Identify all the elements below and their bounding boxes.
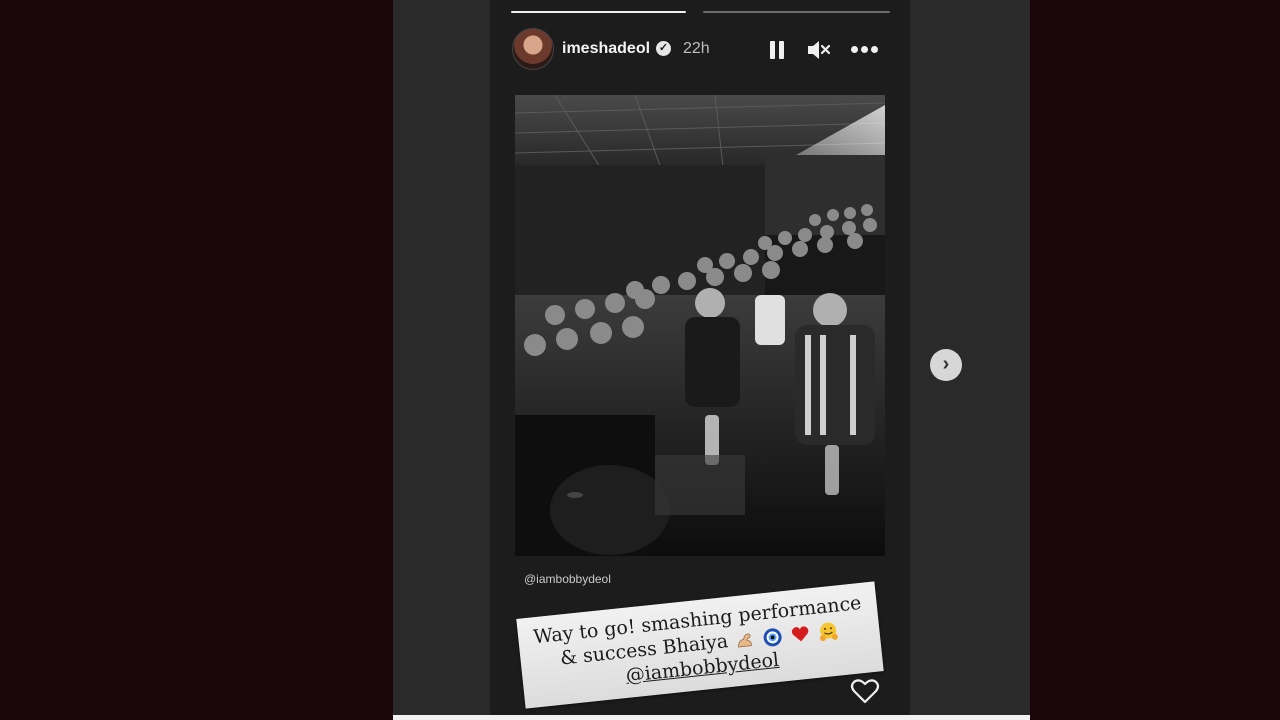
bottom-strip bbox=[393, 715, 1030, 720]
like-button[interactable] bbox=[850, 677, 880, 705]
next-story-button[interactable]: › bbox=[930, 349, 962, 381]
pause-icon-bar bbox=[779, 41, 784, 59]
more-options-icon bbox=[851, 46, 858, 53]
cinema-audience-photo bbox=[515, 95, 885, 556]
verified-badge-icon: ✓ bbox=[656, 41, 671, 56]
story-photo bbox=[515, 95, 885, 556]
red-heart-icon bbox=[792, 626, 809, 642]
nazar-amulet-icon bbox=[763, 628, 782, 647]
more-options-dot bbox=[861, 46, 868, 53]
story-progress-segment-2 bbox=[703, 11, 890, 13]
hugging-face-icon bbox=[820, 622, 839, 642]
more-options-dot bbox=[871, 46, 878, 53]
more-options-button[interactable] bbox=[850, 46, 880, 54]
username[interactable]: imeshadeol bbox=[562, 40, 650, 58]
story-progress-segment-1 bbox=[511, 11, 686, 13]
photo-mention-tag[interactable]: @iambobbydeol bbox=[524, 572, 611, 586]
mute-button[interactable] bbox=[805, 38, 831, 62]
avatar[interactable] bbox=[512, 28, 554, 70]
flexed-biceps-icon bbox=[738, 633, 753, 648]
speaker-muted-icon bbox=[808, 41, 831, 59]
timestamp: 22h bbox=[683, 40, 710, 57]
pause-button[interactable] bbox=[767, 39, 787, 61]
heart-outline-icon bbox=[850, 679, 880, 704]
pause-icon bbox=[770, 41, 775, 59]
progress-fill bbox=[511, 11, 686, 13]
